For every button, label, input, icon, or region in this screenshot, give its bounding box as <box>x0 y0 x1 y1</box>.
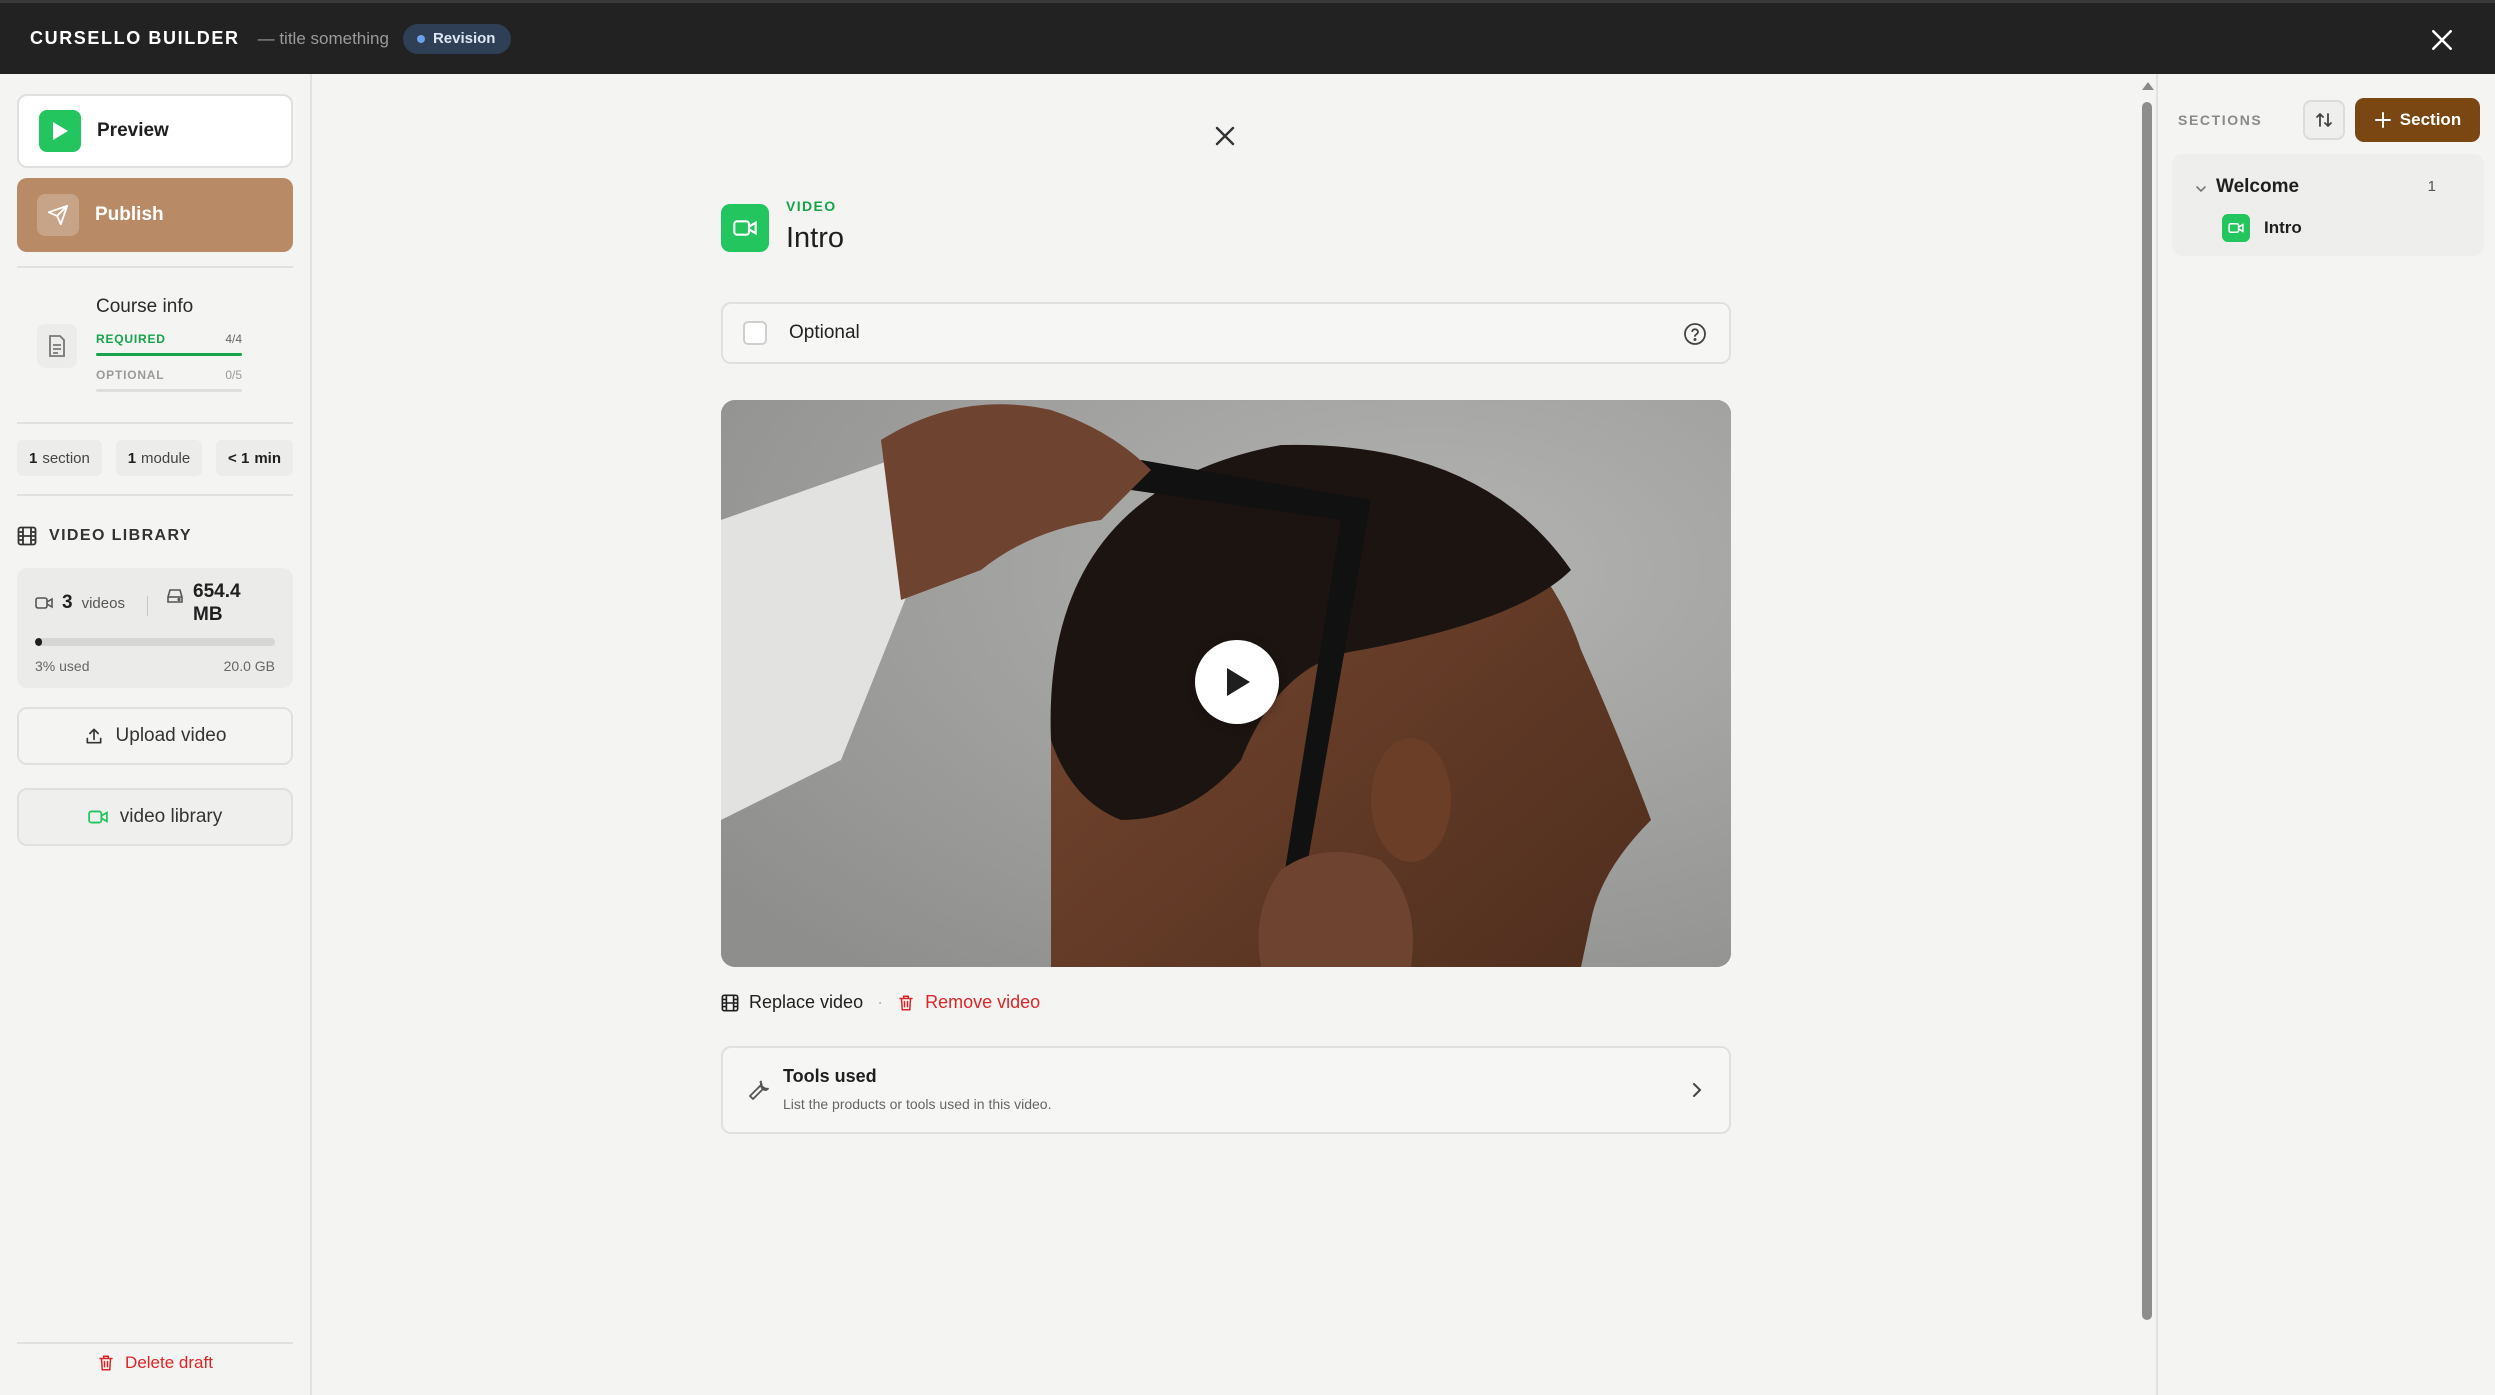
replace-video-label: Replace video <box>749 992 864 1012</box>
preview-button[interactable]: Preview <box>17 94 293 168</box>
app-brand: CURSELLO BUILDER <box>30 28 240 48</box>
stat-sections: 1 section <box>17 440 102 476</box>
play-icon <box>39 110 81 152</box>
section-title[interactable]: Welcome <box>2216 176 2299 198</box>
storage-capacity: 20.0 GB <box>223 658 275 674</box>
required-progress: REQUIRED 4/4 <box>96 332 242 346</box>
video-library-label: video library <box>119 806 223 827</box>
course-info-panel[interactable]: Course info REQUIRED 4/4 OPTIONAL 0/5 <box>17 294 293 404</box>
video-camera-icon <box>88 810 108 824</box>
video-actions: Replace video · Remove video <box>721 992 1040 1013</box>
delete-draft-button[interactable]: Delete draft <box>17 1342 293 1382</box>
add-section-button[interactable]: Section <box>2355 98 2480 142</box>
tools-used-row[interactable]: Tools used List the products or tools us… <box>721 1046 1731 1134</box>
video-library-button[interactable]: video library <box>17 788 293 846</box>
lesson-type-label: VIDEO <box>786 198 837 214</box>
optional-toggle-row[interactable]: Optional <box>721 302 1731 364</box>
revision-badge: Revision <box>402 23 512 54</box>
close-icon[interactable] <box>2427 25 2457 55</box>
optional-progress-bar <box>96 389 242 392</box>
tools-used-description: List the products or tools used in this … <box>783 1096 1052 1112</box>
stat-duration: < 1 min <box>216 440 293 476</box>
course-subtitle: — title something <box>257 28 389 48</box>
trash-icon <box>99 1355 113 1371</box>
video-library-card: 3 videos 654.4 MB 3% used 20.0 GB <box>17 568 293 688</box>
top-bar: CURSELLO BUILDER — title something Revis… <box>0 0 2495 74</box>
module-item[interactable]: Intro <box>2222 214 2302 242</box>
sort-sections-button[interactable] <box>2303 100 2345 140</box>
video-camera-icon <box>721 204 769 252</box>
publish-label: Publish <box>95 204 164 225</box>
upload-video-button[interactable]: Upload video <box>17 707 293 765</box>
editor-main: VIDEO Intro Optional Replace video · Rem… <box>314 74 2136 1395</box>
sections-heading: SECTIONS <box>2178 112 2263 128</box>
stat-modules: 1 module <box>115 440 203 476</box>
tools-used-title: Tools used <box>783 1066 877 1086</box>
replace-video-button[interactable]: Replace video <box>721 992 863 1013</box>
document-icon <box>37 324 77 368</box>
optional-value: 0/5 <box>225 368 242 382</box>
video-player[interactable] <box>721 400 1731 967</box>
upload-video-label: Upload video <box>115 725 227 746</box>
publish-button[interactable]: Publish <box>17 178 293 252</box>
film-icon <box>721 994 739 1011</box>
action-separator: · <box>877 992 884 1012</box>
plus-icon <box>2374 112 2391 128</box>
trash-icon <box>899 995 913 1010</box>
storage-used: 3% used <box>35 658 90 674</box>
scrollbar-thumb[interactable] <box>2142 102 2152 1320</box>
course-info-title: Course info <box>96 296 194 317</box>
video-count: 3 videos <box>35 592 125 614</box>
close-icon[interactable] <box>1209 120 1241 152</box>
hard-drive-icon <box>167 589 183 603</box>
send-icon <box>37 194 79 236</box>
sections-panel: SECTIONS Section Welcome 1 Intro <box>2160 74 2495 1395</box>
section-module-count: 1 <box>2427 178 2436 195</box>
add-section-label: Section <box>2399 110 2462 129</box>
preview-label: Preview <box>97 120 169 141</box>
optional-checkbox[interactable] <box>743 321 767 345</box>
left-sidebar: Preview Publish Course info REQUIRED 4/4… <box>0 74 312 1395</box>
video-library-title: VIDEO LIBRARY <box>49 527 192 544</box>
required-value: 4/4 <box>225 332 242 346</box>
optional-label: OPTIONAL <box>96 368 165 382</box>
sidebar-divider <box>17 422 293 424</box>
scroll-up-arrow-icon[interactable] <box>2142 82 2154 90</box>
video-camera-icon <box>35 597 53 609</box>
sort-arrows-icon <box>2316 113 2332 127</box>
delete-draft-label: Delete draft <box>125 1353 213 1372</box>
section-item: Welcome 1 Intro <box>2172 154 2484 256</box>
required-label: REQUIRED <box>96 332 166 346</box>
storage-size: 654.4 MB <box>165 580 253 626</box>
storage-bar <box>35 638 275 646</box>
editor-scrollbar[interactable] <box>2136 74 2158 1395</box>
sidebar-divider <box>17 266 293 268</box>
optional-label: Optional <box>789 322 860 343</box>
video-camera-icon <box>2222 214 2250 242</box>
film-icon <box>17 526 37 546</box>
help-circle-icon[interactable] <box>1683 322 1707 346</box>
lesson-title[interactable]: Intro <box>786 222 844 255</box>
revision-dot-icon <box>416 34 425 43</box>
remove-video-label: Remove video <box>925 992 1041 1012</box>
wrench-icon <box>749 1080 769 1100</box>
upload-icon <box>86 728 102 744</box>
required-progress-bar <box>96 353 242 356</box>
remove-video-button[interactable]: Remove video <box>897 992 1040 1013</box>
optional-progress: OPTIONAL 0/5 <box>96 368 242 382</box>
play-icon <box>1227 668 1250 696</box>
module-title: Intro <box>2264 218 2302 237</box>
sidebar-divider <box>17 494 293 496</box>
chevron-right-icon <box>1693 1083 1702 1097</box>
video-library-heading: VIDEO LIBRARY <box>17 526 192 546</box>
stat-separator <box>147 596 148 616</box>
play-button[interactable] <box>1195 640 1279 724</box>
revision-badge-label: Revision <box>432 30 496 47</box>
chevron-down-icon[interactable] <box>2194 182 2208 196</box>
storage-bar-fill <box>35 638 43 646</box>
course-stats: 1 section 1 module < 1 min <box>17 440 293 476</box>
